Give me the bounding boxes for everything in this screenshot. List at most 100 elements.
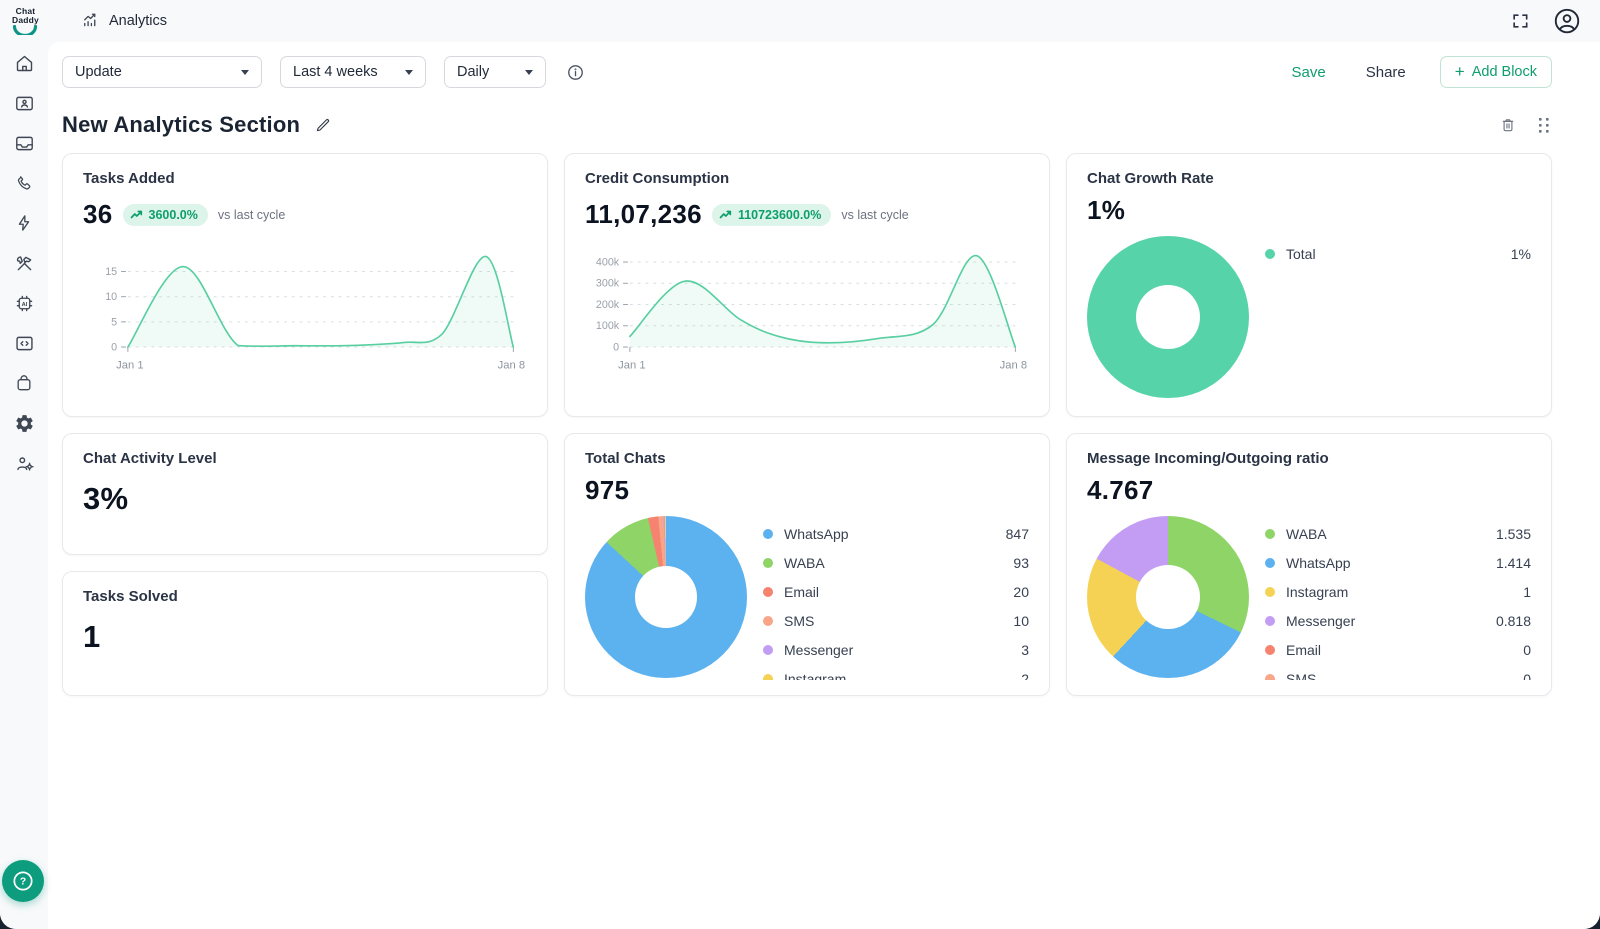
sidebar-item-inbox[interactable]	[5, 125, 43, 161]
credit-consumption-value: 11,07,236	[585, 199, 702, 230]
legend-label: WABA	[1286, 526, 1327, 542]
legend-dot-icon	[1265, 674, 1275, 681]
save-button[interactable]: Save	[1286, 63, 1332, 82]
svg-text:Jan 8: Jan 8	[498, 360, 525, 372]
trash-icon	[1499, 116, 1517, 134]
ai-chip-icon: AI	[14, 293, 35, 314]
add-block-label: Add Block	[1472, 64, 1537, 80]
info-button[interactable]	[564, 61, 587, 84]
granularity-label: Daily	[457, 64, 489, 80]
chatdaddy-logo[interactable]: Chat Daddy	[8, 5, 43, 36]
credit-consumption-chart: 0100k200k300k400kJan 1Jan 8	[585, 238, 1029, 378]
legend-dot-icon	[1265, 249, 1275, 259]
legend-label: Instagram	[784, 671, 846, 681]
sidebar-item-automation[interactable]	[5, 205, 43, 241]
legend-value: 0	[1523, 642, 1531, 658]
granularity-dropdown[interactable]: Daily	[444, 56, 546, 88]
legend-value: 0	[1523, 671, 1531, 681]
edit-section-title-button[interactable]	[312, 114, 334, 136]
sidebar-item-ai[interactable]: AI	[5, 285, 43, 321]
delete-section-button[interactable]	[1497, 114, 1519, 136]
card-total-chats: Total Chats 975 WhatsApp847WABA93Email20…	[564, 433, 1050, 696]
trend-up-icon	[130, 209, 143, 220]
svg-text:0: 0	[613, 341, 619, 353]
chat-growth-value: 1%	[1087, 195, 1125, 226]
chat-activity-value: 3%	[83, 481, 128, 517]
main-content: Update Last 4 weeks Daily Save Share + Ad…	[48, 42, 1600, 929]
fullscreen-icon	[1510, 11, 1530, 31]
legend-row: WhatsApp847	[763, 519, 1029, 548]
legend-dot-icon	[763, 616, 773, 626]
chevron-down-icon	[525, 70, 533, 75]
svg-text:10: 10	[105, 291, 117, 303]
share-button[interactable]: Share	[1360, 63, 1412, 82]
contact-card-icon	[14, 93, 35, 114]
sidebar-item-team[interactable]	[5, 445, 43, 481]
delta-note: vs last cycle	[218, 208, 285, 222]
legend-value: 20	[1013, 584, 1029, 600]
donut-hole	[1136, 565, 1201, 630]
date-range-dropdown[interactable]: Last 4 weeks	[280, 56, 426, 88]
legend-value: 10	[1013, 613, 1029, 629]
legend-row: Instagram1	[1265, 577, 1531, 606]
sidebar-item-contacts[interactable]	[5, 85, 43, 121]
legend-value: 1%	[1511, 246, 1531, 262]
message-ratio-value: 4.767	[1087, 475, 1154, 506]
chevron-down-icon	[405, 70, 413, 75]
sidebar-item-developer[interactable]	[5, 325, 43, 361]
chevron-down-icon	[241, 70, 249, 75]
legend-label: Total	[1286, 246, 1316, 262]
legend-value: 1.414	[1496, 555, 1531, 571]
legend-dot-icon	[763, 674, 773, 681]
legend-row: Total 1%	[1265, 239, 1531, 268]
sidebar-item-home[interactable]	[5, 45, 43, 81]
svg-text:100k: 100k	[596, 320, 620, 332]
plus-icon: +	[1455, 62, 1465, 82]
page-title-group: Analytics	[81, 11, 167, 31]
svg-text:Jan 1: Jan 1	[116, 360, 143, 372]
card-title: Chat Activity Level	[83, 450, 527, 467]
legend-label: WhatsApp	[784, 526, 849, 542]
message-ratio-legend: WABA1.535WhatsApp1.414Instagram1Messenge…	[1265, 516, 1531, 680]
legend-label: Email	[1286, 642, 1321, 658]
fullscreen-button[interactable]	[1508, 9, 1532, 33]
card-title: Tasks Added	[83, 170, 527, 187]
credit-consumption-delta-badge: 110723600.0%	[712, 204, 831, 226]
legend-dot-icon	[1265, 616, 1275, 626]
sidebar-item-tools[interactable]	[5, 245, 43, 281]
user-avatar-button[interactable]	[1550, 4, 1584, 38]
card-title: Total Chats	[585, 450, 1029, 467]
svg-text:300k: 300k	[596, 278, 620, 290]
legend-dot-icon	[763, 645, 773, 655]
legend-label: WhatsApp	[1286, 555, 1351, 571]
left-column-stack: Chat Activity Level 3% Tasks Solved 1	[62, 433, 548, 696]
legend-row: SMS0	[1265, 664, 1531, 680]
info-icon	[566, 63, 585, 82]
sidebar-item-settings[interactable]	[5, 405, 43, 441]
legend-label: WABA	[784, 555, 825, 571]
chat-growth-legend: Total 1%	[1265, 236, 1531, 398]
drag-section-handle[interactable]	[1537, 116, 1552, 135]
code-icon	[14, 333, 35, 354]
lightning-icon	[14, 213, 34, 233]
legend-row: Email20	[763, 577, 1029, 606]
help-button[interactable]: ?	[2, 860, 44, 902]
card-chat-growth-rate: Chat Growth Rate 1% Total 1%	[1066, 153, 1552, 417]
sidebar-item-calls[interactable]	[5, 165, 43, 201]
user-settings-icon	[14, 453, 35, 474]
legend-label: SMS	[784, 613, 814, 629]
svg-text:5: 5	[111, 316, 117, 328]
update-dropdown-label: Update	[75, 64, 122, 80]
update-dropdown[interactable]: Update	[62, 56, 262, 88]
card-title: Credit Consumption	[585, 170, 1029, 187]
card-title: Message Incoming/Outgoing ratio	[1087, 450, 1531, 467]
inbox-icon	[14, 133, 35, 154]
svg-text:200k: 200k	[596, 299, 620, 311]
tasks-added-value: 36	[83, 199, 113, 230]
card-chat-activity-level: Chat Activity Level 3%	[62, 433, 548, 555]
add-block-button[interactable]: + Add Block	[1440, 56, 1552, 88]
svg-text:15: 15	[105, 266, 117, 278]
sidebar-item-shop[interactable]	[5, 365, 43, 401]
card-title: Chat Growth Rate	[1087, 170, 1531, 187]
tasks-solved-value: 1	[83, 619, 101, 655]
